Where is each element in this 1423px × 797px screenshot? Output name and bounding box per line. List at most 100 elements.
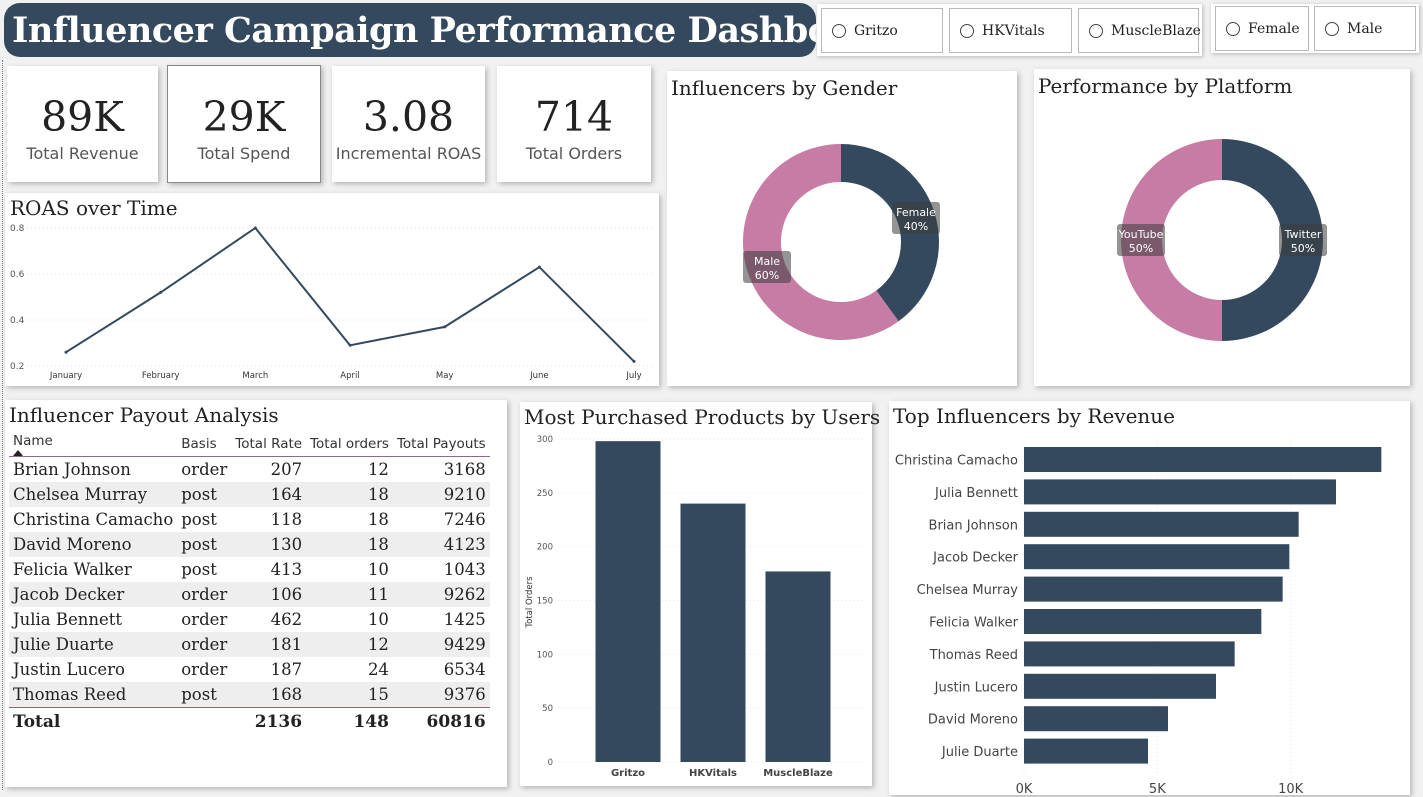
y-tick-label: 300 — [537, 435, 553, 445]
roas-data-point — [632, 359, 636, 363]
roas-data-point — [253, 226, 257, 230]
x-tick-label: 5K — [1149, 782, 1166, 795]
column-header-total-rate[interactable]: Total Rate — [231, 432, 306, 457]
products-bar-chart: 0 50 100 150 200 250 300 Total Orders Gritzo HKVi… — [525, 435, 865, 779]
table-row[interactable]: Felicia Walker post 413 10 1043 — [9, 557, 490, 582]
cell-orders: 10 — [367, 610, 389, 629]
kpi-value: 714 — [534, 93, 614, 141]
x-tick-label: Gritzo — [611, 768, 645, 779]
cell-name: Chelsea Murray — [9, 482, 178, 507]
column-header-name[interactable]: Name — [9, 432, 177, 457]
slicer-option-gritzo[interactable]: Gritzo — [821, 8, 943, 53]
table-row[interactable]: Julie Duarte order 181 12 9429 — [9, 632, 490, 657]
roas-data-point — [64, 350, 68, 354]
data-label-value: 50% — [1129, 242, 1153, 255]
kpi-value: 29K — [202, 93, 286, 141]
y-tick-label: Christina Camacho — [895, 454, 1018, 469]
sort-ascending-icon[interactable] — [13, 449, 23, 456]
table-row[interactable]: Julia Bennett order 462 10 1425 — [9, 607, 490, 632]
table-row[interactable]: Thomas Reed post 168 15 9376 — [9, 682, 490, 708]
y-axis-label: Total Orders — [525, 576, 535, 629]
cell-basis: post — [177, 532, 232, 557]
cell-name: Julie Duarte — [9, 632, 178, 657]
cell-name: Felicia Walker — [13, 560, 132, 579]
platform-donut-chart: Twitter50%YouTube50% — [1117, 139, 1327, 341]
kpi-total-spend[interactable]: 29K Total Spend — [167, 65, 321, 183]
x-tick-label: June — [529, 371, 549, 381]
slicer-option-label: Male — [1347, 20, 1383, 37]
bar-thomas-reed — [1024, 641, 1235, 667]
y-tick-label: 150 — [537, 597, 553, 607]
roas-series-line — [65, 226, 635, 363]
radio-icon — [1089, 23, 1103, 38]
bar-brian-johnson — [1024, 511, 1299, 537]
total-rate: 2136 — [254, 712, 303, 732]
table-row[interactable]: Justin Lucero order 187 24 6534 — [9, 657, 490, 682]
platform-chart-card[interactable]: Performance by Platform Twitter 50% YouTub… — [1034, 69, 1410, 386]
table-row[interactable]: Brian Johnson order 207 12 3168 — [9, 457, 490, 483]
total-label: Total — [13, 712, 61, 732]
gender-chart-card[interactable]: Influencers by Gender Female 40% Male 60% — [667, 71, 1017, 386]
cell-rate: 181 — [231, 632, 307, 657]
cell-name: David Moreno — [9, 532, 178, 557]
x-tick-label: February — [142, 371, 180, 381]
x-tick-label: April — [340, 371, 359, 381]
column-header-total-payouts[interactable]: Total Payouts — [393, 432, 490, 457]
gender-slicer: Female Male — [1211, 4, 1419, 53]
kpi-total-orders: 714 Total Orders — [497, 66, 651, 182]
table-row[interactable]: David Moreno post 130 18 4123 — [9, 532, 490, 557]
data-label-category: Male — [754, 255, 780, 268]
y-tick-label: Felicia Walker — [929, 616, 1019, 631]
cell-rate: 106 — [231, 582, 307, 607]
cell-orders: 15 — [306, 682, 393, 708]
bar-jacob-decker — [1024, 544, 1290, 570]
roas-chart-card[interactable]: ROAS over Time 0.2 0.4 0.6 0.8 January Februa… — [5, 193, 659, 386]
payout-table-card[interactable]: Influencer Payout Analysis Name Basis To… — [5, 400, 507, 787]
cell-basis: order — [177, 632, 232, 657]
cell-payouts: 1043 — [443, 560, 486, 579]
table-row[interactable]: Christina Camacho post 118 18 7246 — [9, 507, 490, 532]
slicer-option-male[interactable]: Male — [1314, 6, 1416, 51]
products-chart-card[interactable]: Most Purchased Products by Users 0 50 100 1… — [520, 402, 880, 786]
slicer-option-female[interactable]: Female — [1215, 6, 1309, 51]
cell-name: Justin Lucero — [13, 660, 125, 679]
column-header-total-orders[interactable]: Total orders — [306, 432, 393, 457]
table-row[interactable]: Jacob Decker order 106 11 9262 — [9, 582, 490, 607]
y-tick-label: 100 — [537, 650, 553, 660]
cell-name: Christina Camacho — [13, 510, 174, 529]
cell-name: Thomas Reed — [9, 682, 178, 708]
y-tick-label: 0.6 — [10, 270, 25, 280]
cell-basis: post — [177, 482, 232, 507]
roas-data-point — [348, 343, 352, 347]
slicer-option-muscleblaze[interactable]: MuscleBlaze — [1078, 8, 1201, 53]
table-row[interactable]: Chelsea Murray post 164 18 9210 — [9, 482, 490, 507]
slicer-option-label: Female — [1248, 20, 1300, 37]
cell-payouts: 1425 — [443, 610, 486, 629]
kpi-incremental-roas: 3.08 Incremental ROAS — [332, 66, 485, 182]
data-label-category: YouTube — [1118, 228, 1164, 241]
x-tick-label: 10K — [1278, 782, 1304, 795]
cell-orders: 18 — [367, 510, 389, 529]
payout-table: Name Basis Total Rate Total orders Total… — [9, 432, 490, 736]
column-header-basis[interactable]: Basis — [177, 432, 231, 457]
bar-felicia-walker — [1024, 609, 1262, 634]
cell-basis: order — [181, 660, 228, 679]
influencers-chart-card[interactable]: Top Influencers by Revenue 0K 5K 10K Christ… — [889, 401, 1410, 795]
y-tick-label: Chelsea Murray — [917, 583, 1019, 598]
y-tick-label: Julie Duarte — [941, 745, 1018, 760]
y-tick-label: 0.8 — [10, 224, 25, 234]
cell-payouts: 9376 — [392, 682, 490, 708]
x-tick-label: May — [436, 371, 454, 381]
cell-payouts: 4123 — [392, 532, 490, 557]
cell-orders: 12 — [367, 460, 389, 479]
cell-rate: 168 — [231, 682, 307, 708]
cell-orders: 10 — [367, 560, 389, 579]
slicer-option-label: HKVitals — [982, 22, 1045, 39]
y-tick-label: Julia Bennett — [934, 486, 1018, 501]
cell-payouts: 7246 — [443, 510, 486, 529]
slicer-option-hkvitals[interactable]: HKVitals — [949, 8, 1072, 53]
cell-name: Brian Johnson — [13, 460, 131, 479]
influencers-bar-chart: 0K 5K 10K Christina Camacho Julia Bennett Bri… — [895, 436, 1382, 795]
roas-data-point — [537, 265, 541, 269]
roas-data-point — [443, 325, 447, 329]
